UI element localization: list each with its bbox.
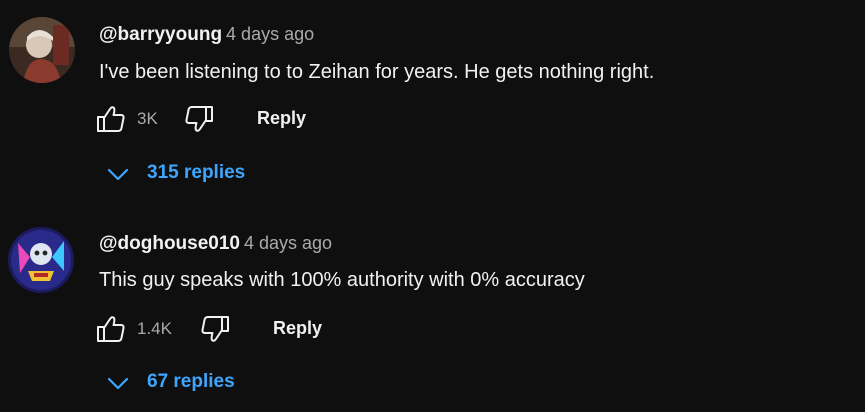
comment-text: This guy speaks with 100% authority with… [99, 269, 585, 291]
thumbs-down-icon [185, 106, 213, 132]
replies-count-label[interactable]: 67 replies [147, 371, 235, 393]
comment-text: I've been listening to to Zeihan for yea… [99, 61, 655, 83]
reply-button[interactable]: Reply [257, 108, 306, 129]
comment-actions: 3K Reply [96, 104, 396, 134]
thumbs-up-icon [97, 316, 125, 342]
like-button[interactable] [96, 104, 126, 134]
comment-header: @barryyoung 4 days ago [99, 24, 314, 46]
timestamp[interactable]: 4 days ago [244, 233, 332, 253]
timestamp[interactable]: 4 days ago [226, 24, 314, 44]
replies-count-label[interactable]: 315 replies [147, 162, 245, 184]
reply-button[interactable]: Reply [273, 318, 322, 339]
chevron-down-icon [106, 371, 130, 395]
avatar[interactable] [9, 17, 75, 83]
like-count: 3K [137, 109, 158, 128]
author-handle[interactable]: @doghouse010 [99, 233, 240, 254]
like-count: 1.4K [137, 319, 172, 338]
thumbs-up-icon [97, 106, 125, 132]
author-handle[interactable]: @barryyoung [99, 24, 222, 45]
comment: @barryyoung 4 days ago I've been listenin… [0, 0, 865, 200]
comment-header: @doghouse010 4 days ago [99, 233, 332, 255]
like-button[interactable] [96, 314, 126, 344]
avatar[interactable] [8, 227, 74, 293]
thumbs-down-icon [201, 316, 229, 342]
comment-actions: 1.4K Reply [96, 314, 396, 344]
chevron-down-icon [106, 162, 130, 186]
comment: @doghouse010 4 days ago This guy speaks w… [0, 210, 865, 412]
dislike-button[interactable] [184, 104, 214, 134]
dislike-button[interactable] [200, 314, 230, 344]
